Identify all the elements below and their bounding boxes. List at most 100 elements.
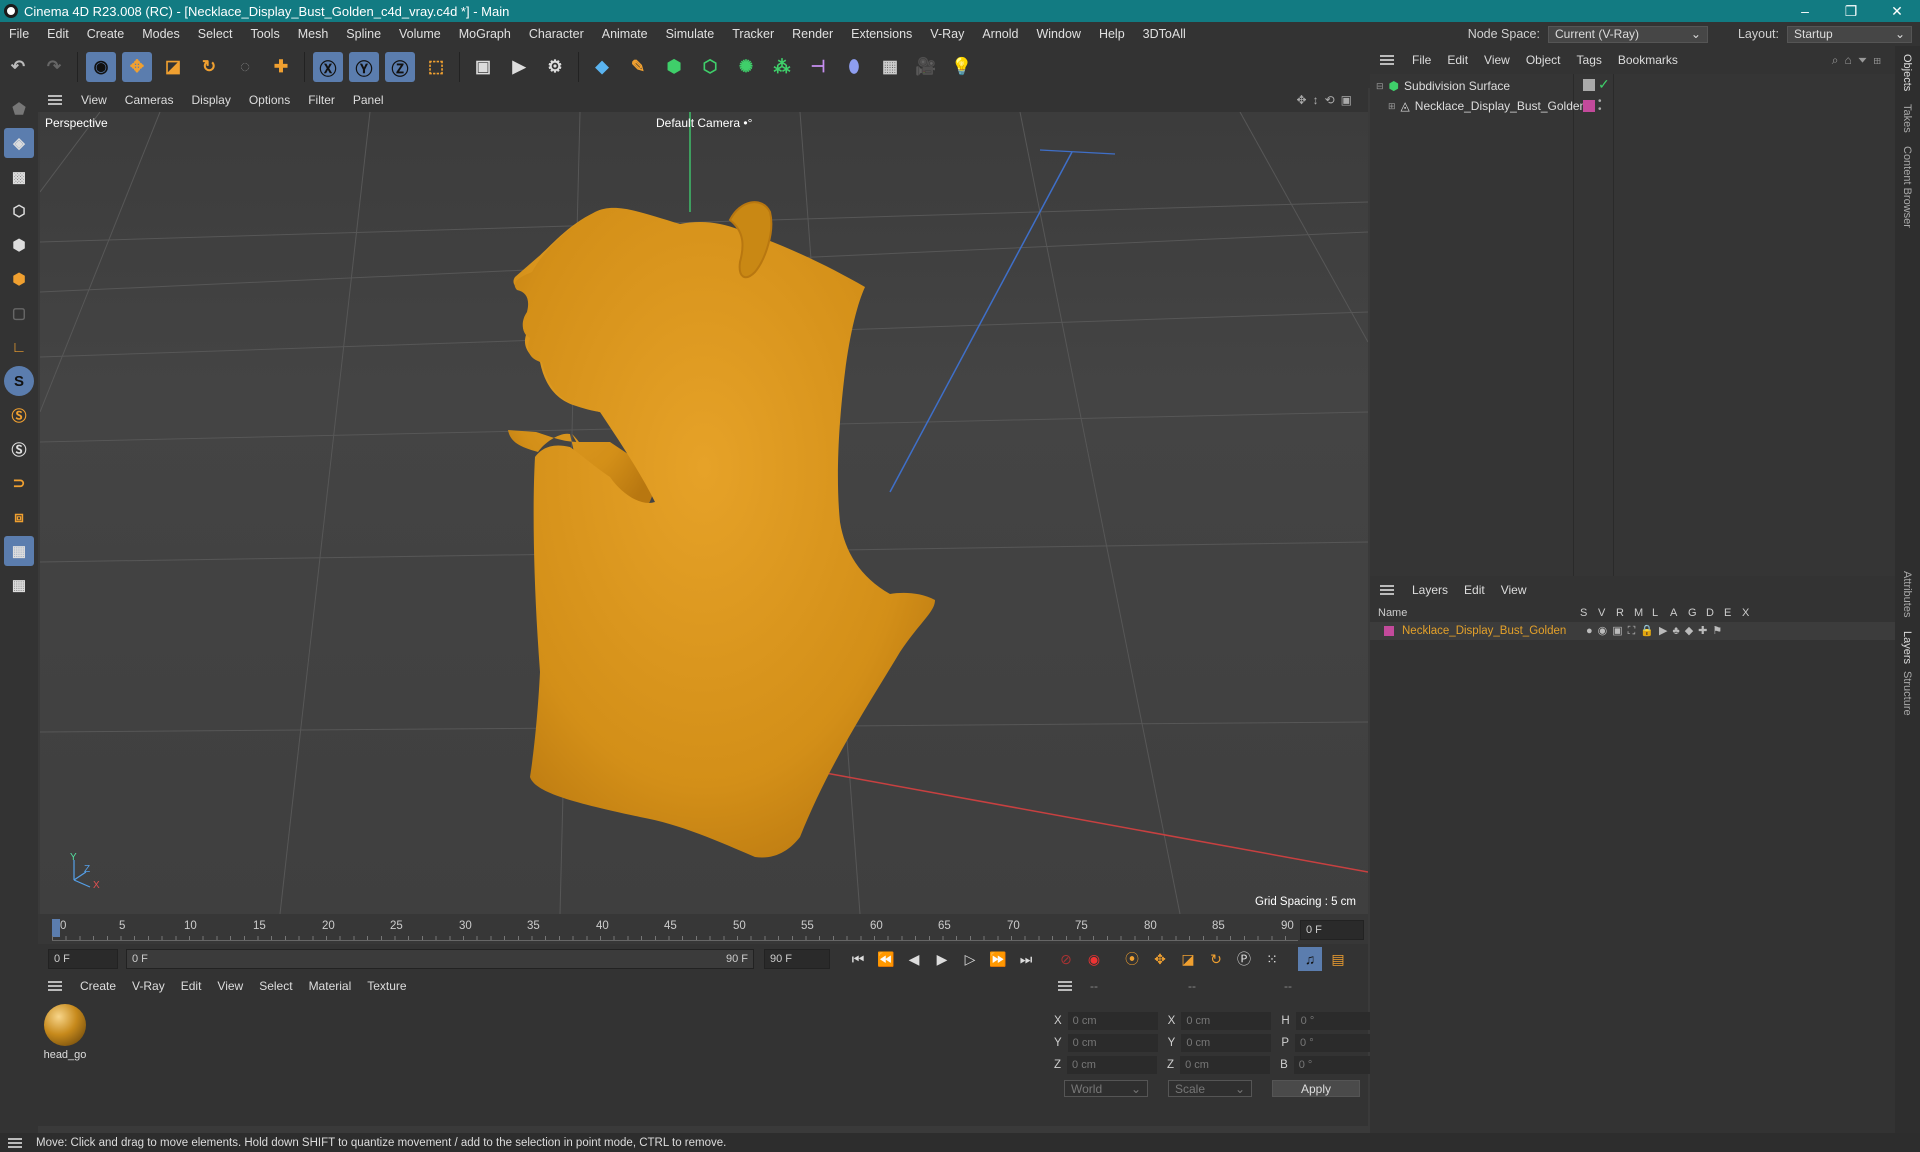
- texture-mode-icon[interactable]: ▩: [4, 162, 34, 192]
- select-tool-icon[interactable]: ◉: [86, 52, 116, 82]
- material-menu-material[interactable]: Material: [301, 979, 360, 993]
- quantize-icon[interactable]: Ⓢ: [4, 434, 34, 464]
- keyframe-selection-icon[interactable]: ⦿: [1120, 947, 1144, 971]
- render-to-picture-viewer-icon[interactable]: ▶: [504, 52, 534, 82]
- layers-menu-edit[interactable]: Edit: [1456, 583, 1493, 597]
- points-mode-icon[interactable]: ⬡: [4, 196, 34, 226]
- layers-column-xref[interactable]: X: [1742, 607, 1760, 619]
- viewport-nav-icons[interactable]: ✥↕⟲▣: [1297, 93, 1358, 107]
- tab-attributes[interactable]: Attributes: [1901, 571, 1913, 617]
- frame-range-slider[interactable]: 0 F 90 F: [126, 949, 754, 969]
- material-menu-view[interactable]: View: [209, 979, 251, 993]
- layer-toggle-icons[interactable]: ●◉▣⛶🔒▶♣◆✚⚑: [1586, 624, 1727, 638]
- next-frame-icon[interactable]: ▷: [958, 947, 982, 971]
- rotate-tool-icon[interactable]: ↻: [194, 52, 224, 82]
- menu-select[interactable]: Select: [189, 27, 242, 41]
- layer-row[interactable]: Necklace_Display_Bust_Golden ●◉▣⛶🔒▶♣◆✚⚑: [1370, 622, 1895, 640]
- object-menu-bookmarks[interactable]: Bookmarks: [1610, 53, 1686, 67]
- z-axis-lock-icon[interactable]: Ⓩ: [385, 52, 415, 82]
- cloner-icon[interactable]: ✺: [731, 52, 761, 82]
- menu-create[interactable]: Create: [78, 27, 134, 41]
- layers-column-expressions[interactable]: E: [1724, 607, 1742, 619]
- mograph-icon[interactable]: ⁂: [767, 52, 797, 82]
- hamburger-icon[interactable]: [1058, 981, 1072, 991]
- tab-structure[interactable]: Structure: [1901, 671, 1913, 716]
- apply-button[interactable]: Apply: [1272, 1080, 1360, 1097]
- viewport-menu-panel[interactable]: Panel: [344, 93, 393, 107]
- viewport-menu-display[interactable]: Display: [182, 93, 239, 107]
- hamburger-icon[interactable]: [1380, 585, 1394, 595]
- layer-color-swatch[interactable]: [1384, 626, 1394, 636]
- enabled-check-icon[interactable]: ✓: [1598, 76, 1610, 93]
- planar-workplane-icon[interactable]: ▦: [4, 570, 34, 600]
- uv-mode-icon[interactable]: ▢: [4, 298, 34, 328]
- layers-column-solo[interactable]: S: [1580, 607, 1598, 619]
- size-y-field[interactable]: 0 cm: [1181, 1034, 1272, 1052]
- layers-menu-view[interactable]: View: [1493, 583, 1535, 597]
- expand-icon[interactable]: ⊞: [1388, 101, 1396, 112]
- recent-tool-icon[interactable]: ◌: [230, 52, 260, 82]
- viewport-camera-label[interactable]: Default Camera •°: [656, 116, 752, 130]
- menu-volume[interactable]: Volume: [390, 27, 450, 41]
- field-icon[interactable]: ⬮: [839, 52, 869, 82]
- model-mode-icon[interactable]: ◈: [4, 128, 34, 158]
- menu-character[interactable]: Character: [520, 27, 593, 41]
- layers-column-visible[interactable]: V: [1598, 607, 1616, 619]
- layers-column-render[interactable]: R: [1616, 607, 1634, 619]
- render-settings-icon[interactable]: ⚙: [540, 52, 570, 82]
- x-axis-lock-icon[interactable]: Ⓧ: [313, 52, 343, 82]
- object-menu-edit[interactable]: Edit: [1439, 53, 1476, 67]
- tab-takes[interactable]: Takes: [1901, 104, 1913, 133]
- object-menu-object[interactable]: Object: [1518, 53, 1569, 67]
- menu-tools[interactable]: Tools: [242, 27, 289, 41]
- go-to-start-icon[interactable]: ⏮: [846, 947, 870, 971]
- previous-key-icon[interactable]: ⏪: [874, 947, 898, 971]
- key-rotation-icon[interactable]: ↻: [1204, 947, 1228, 971]
- workplane-icon[interactable]: ⧈: [4, 502, 34, 532]
- make-editable-icon[interactable]: ⬟: [4, 94, 34, 124]
- size-x-field[interactable]: 0 cm: [1181, 1012, 1272, 1030]
- material-menu-create[interactable]: Create: [72, 979, 124, 993]
- layer-name[interactable]: Necklace_Display_Bust_Golden: [1402, 625, 1586, 637]
- polygons-mode-icon[interactable]: ⬢: [4, 264, 34, 294]
- position-z-field[interactable]: 0 cm: [1067, 1056, 1158, 1074]
- light-object-icon[interactable]: 💡: [947, 52, 977, 82]
- record-active-objects-icon[interactable]: ⊘: [1054, 947, 1078, 971]
- menu-vray[interactable]: V-Ray: [921, 27, 973, 41]
- redo-icon[interactable]: ↷: [39, 52, 69, 82]
- menu-file[interactable]: File: [0, 27, 38, 41]
- object-item-subdivision[interactable]: ⊟ ⬢ Subdivision Surface: [1376, 79, 1510, 93]
- viewport-menu-options[interactable]: Options: [240, 93, 299, 107]
- material-menu-edit[interactable]: Edit: [173, 979, 210, 993]
- extrude-generator-icon[interactable]: ⬡: [695, 52, 725, 82]
- material-swatch[interactable]: head_go: [42, 1004, 88, 1064]
- menu-spline[interactable]: Spline: [337, 27, 390, 41]
- snap-settings-icon[interactable]: Ⓢ: [4, 400, 34, 430]
- position-x-field[interactable]: 0 cm: [1067, 1012, 1158, 1030]
- undo-icon[interactable]: ↶: [3, 52, 33, 82]
- menu-3dtoall[interactable]: 3DToAll: [1134, 27, 1195, 41]
- key-position-icon[interactable]: ✥: [1148, 947, 1172, 971]
- sound-icon[interactable]: ♫: [1298, 947, 1322, 971]
- viewport-menu-cameras[interactable]: Cameras: [116, 93, 183, 107]
- render-view-icon[interactable]: ▣: [468, 52, 498, 82]
- current-frame-field[interactable]: 0 F: [1300, 920, 1364, 940]
- tab-objects[interactable]: Objects: [1901, 54, 1913, 91]
- material-menu-select[interactable]: Select: [251, 979, 300, 993]
- y-axis-lock-icon[interactable]: Ⓨ: [349, 52, 379, 82]
- close-button[interactable]: ✕: [1874, 3, 1920, 20]
- start-frame-field[interactable]: 0 F: [48, 949, 118, 969]
- menu-extensions[interactable]: Extensions: [842, 27, 921, 41]
- go-to-end-icon[interactable]: ⏭: [1014, 947, 1038, 971]
- hamburger-icon[interactable]: [48, 981, 62, 991]
- pen-spline-icon[interactable]: ✎: [623, 52, 653, 82]
- viewport-menu-filter[interactable]: Filter: [299, 93, 344, 107]
- floor-object-icon[interactable]: ▦: [875, 52, 905, 82]
- menu-help[interactable]: Help: [1090, 27, 1134, 41]
- scale-tool-icon[interactable]: ◪: [158, 52, 188, 82]
- object-item-necklace[interactable]: ⊞ ◬ Necklace_Display_Bust_Golden: [1388, 99, 1586, 113]
- size-mode-dropdown[interactable]: Scale ⌄: [1168, 1080, 1252, 1097]
- timeline-window-icon[interactable]: ▤: [1326, 947, 1350, 971]
- layers-column-generators[interactable]: G: [1688, 607, 1706, 619]
- hamburger-icon[interactable]: [8, 1137, 22, 1148]
